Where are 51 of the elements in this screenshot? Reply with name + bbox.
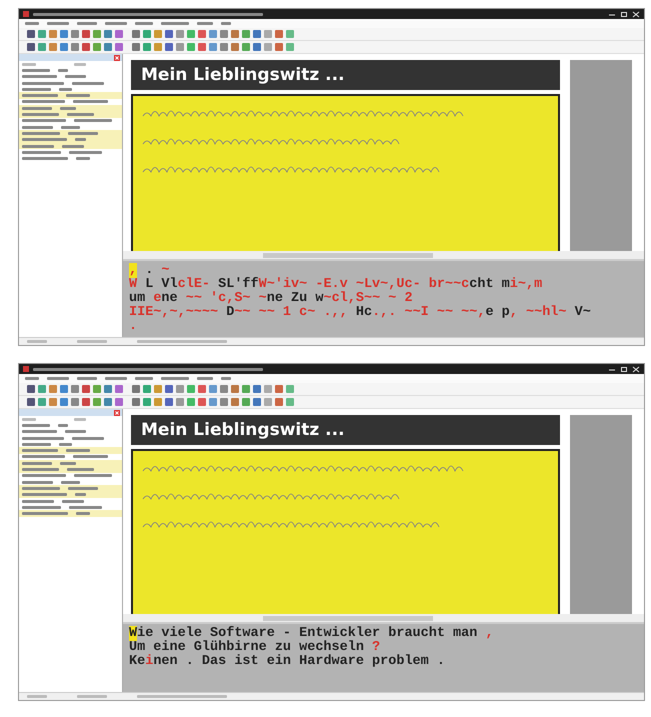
maximize-icon[interactable] xyxy=(620,366,628,372)
app-icon xyxy=(23,11,29,17)
field-row[interactable] xyxy=(19,111,122,118)
illegible-text xyxy=(77,22,97,25)
illegible-text xyxy=(221,377,231,380)
illegible-text xyxy=(135,22,153,25)
illegible-text xyxy=(22,418,36,421)
field-row[interactable] xyxy=(19,447,122,454)
close-icon[interactable] xyxy=(632,10,640,18)
document-heading: Mein Lieblingswitz ... xyxy=(131,415,560,445)
illegible-text xyxy=(27,695,47,698)
illegible-text xyxy=(197,22,213,25)
field-row[interactable] xyxy=(19,466,122,473)
field-row[interactable] xyxy=(19,92,122,99)
illegible-text xyxy=(197,377,213,380)
recognized-text-line: Keinen . Das ist ein Hardware problem . xyxy=(129,655,446,669)
illegible-text xyxy=(22,62,36,66)
illegible-text xyxy=(47,377,69,380)
field-row[interactable] xyxy=(19,105,122,112)
illegible-text xyxy=(105,377,127,380)
illegible-text xyxy=(161,377,189,380)
field-row[interactable] xyxy=(19,510,122,517)
illegible-text xyxy=(221,22,231,25)
illegible-text xyxy=(77,340,107,343)
close-icon[interactable] xyxy=(632,366,640,372)
illegible-text xyxy=(135,377,153,380)
recognized-text-line: . xyxy=(129,320,138,334)
illegible-text xyxy=(74,418,86,421)
maximize-icon[interactable] xyxy=(620,10,628,18)
illegible-text xyxy=(77,377,97,380)
illegible-text xyxy=(105,22,127,25)
app-icon xyxy=(23,366,29,372)
field-row[interactable] xyxy=(19,130,122,137)
recognized-text-line: Wie viele Software - Entwickler braucht man , xyxy=(129,627,495,641)
horizontal-scrollbar[interactable] xyxy=(123,251,644,259)
illegible-text xyxy=(47,22,69,25)
illegible-text xyxy=(161,22,189,25)
recognized-text-line: , . ~ xyxy=(129,264,170,278)
illegible-text xyxy=(25,22,39,25)
recognized-text-line: W L VlclE- SL'ffW~'iv~ -E.v ~Lv~,Uc- br~~ccht mi~,m xyxy=(129,278,544,292)
illegible-text xyxy=(74,62,86,66)
horizontal-scrollbar[interactable] xyxy=(123,614,644,622)
illegible-text xyxy=(27,340,47,343)
illegible-text xyxy=(77,695,107,698)
illegible-text xyxy=(25,377,39,380)
recognized-text-line: Um eine Glühbirne zu wechseln ? xyxy=(129,641,380,655)
field-row[interactable] xyxy=(19,485,122,492)
document-heading: Mein Lieblingswitz ... xyxy=(131,60,560,90)
field-row[interactable] xyxy=(19,460,122,466)
recognized-text-line: um ene ~~ 'c,S~ ~ne Zu w~cl,S~~ ~ 2 xyxy=(129,292,414,306)
recognized-text-line: IIE~,~,~~~~ D~~ ~~ 1 c~ .,, Hc.,. ~~I ~~ ~~,e p, ~~hl~ V~ xyxy=(129,306,592,320)
